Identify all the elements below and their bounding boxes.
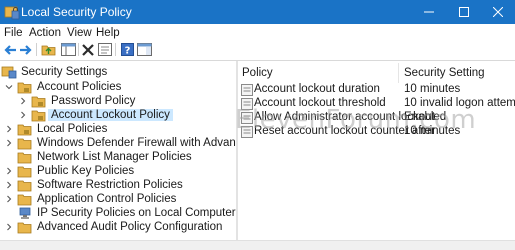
- tree-item-label: Password Policy: [51, 95, 136, 107]
- menu-file[interactable]: File: [4, 27, 23, 39]
- tree-item-application-control-policies[interactable]: Application Control Policies: [4, 192, 176, 206]
- navigation-tree: Security Settings Account Policies Passw…: [0, 61, 299, 240]
- back-arrow-icon[interactable]: [2, 42, 18, 57]
- menu-action[interactable]: Action: [29, 27, 61, 39]
- menu-bar: File Action View Help: [0, 24, 515, 41]
- tree-item-label: IP Security Policies on Local Computer: [37, 207, 236, 219]
- tree-item-advanced-audit-policy-configuration[interactable]: Advanced Audit Policy Configuration: [4, 220, 222, 234]
- toolbar-separator: [78, 43, 79, 56]
- status-bar: [0, 240, 515, 250]
- menu-view[interactable]: View: [67, 27, 92, 39]
- tree-item-label: Local Policies: [37, 123, 108, 135]
- tree-item-label: Application Control Policies: [37, 193, 177, 205]
- chevron-down-icon[interactable]: [4, 82, 14, 92]
- chevron-right-icon[interactable]: [18, 110, 28, 120]
- policy-list: Policy Security Setting Account lockout …: [238, 61, 515, 240]
- folder-icon: [17, 179, 33, 192]
- column-divider[interactable]: [398, 63, 399, 83]
- toolbar: ?: [0, 40, 515, 59]
- folder-icon: [17, 193, 33, 206]
- tree-item-label: Network List Manager Policies: [37, 151, 192, 163]
- folder-icon: [17, 151, 33, 164]
- tree-item-network-list-manager-policies[interactable]: Network List Manager Policies: [4, 150, 192, 164]
- chevron-right-icon[interactable]: [18, 96, 28, 106]
- security-settings-icon: [1, 66, 17, 79]
- svg-text:?: ?: [124, 46, 130, 57]
- policy-icon: [241, 84, 253, 96]
- column-header-security-setting[interactable]: Security Setting: [404, 67, 485, 79]
- tree-item-label: Account Lockout Policy: [48, 109, 173, 121]
- toolbar-separator: [115, 43, 116, 56]
- maximize-button[interactable]: [446, 0, 481, 24]
- tree-item-label: Advanced Audit Policy Configuration: [37, 221, 223, 233]
- folder-icon: [17, 221, 33, 234]
- tree-item-account-lockout-policy[interactable]: Account Lockout Policy: [18, 108, 173, 122]
- column-header-policy[interactable]: Policy: [242, 67, 273, 79]
- folder-icon: [17, 165, 33, 178]
- forward-arrow-icon[interactable]: [18, 42, 34, 57]
- policy-setting: 10 minutes: [404, 83, 461, 95]
- tree-item-label: Public Key Policies: [37, 165, 135, 177]
- chevron-right-icon[interactable]: [4, 222, 14, 232]
- close-button[interactable]: [480, 0, 515, 24]
- watermark: ElevenForum.com: [235, 105, 477, 135]
- folder-icon: [17, 137, 33, 150]
- properties-icon[interactable]: [97, 42, 113, 57]
- chevron-right-icon[interactable]: [4, 138, 14, 148]
- toolbar-separator: [36, 43, 37, 56]
- folder-lock-icon: [31, 95, 47, 108]
- tree-item-public-key-policies[interactable]: Public Key Policies: [4, 164, 134, 178]
- title-bar: Local Security Policy: [0, 0, 515, 24]
- chevron-right-icon[interactable]: [4, 166, 14, 176]
- folder-lock-icon: [17, 123, 33, 136]
- window-title: Local Security Policy: [21, 5, 132, 19]
- tree-root-security-settings[interactable]: Security Settings: [1, 65, 107, 79]
- tree-item-account-policies[interactable]: Account Policies: [4, 80, 121, 94]
- policy-name: Account lockout duration: [254, 83, 380, 95]
- chevron-right-icon[interactable]: [4, 124, 14, 134]
- tree-item-label: Software Restriction Policies: [37, 179, 183, 191]
- tree-item-software-restriction-policies[interactable]: Software Restriction Policies: [4, 178, 183, 192]
- tree-item-local-policies[interactable]: Local Policies: [4, 122, 107, 136]
- minimize-button[interactable]: [411, 0, 446, 24]
- folder-lock-icon: [31, 109, 47, 122]
- show-hide-tree-icon[interactable]: [60, 42, 76, 57]
- tree-item-label: Account Policies: [37, 81, 122, 93]
- chevron-right-icon[interactable]: [4, 180, 14, 190]
- folder-lock-icon: [17, 81, 33, 94]
- policy-row[interactable]: Account lockout duration 10 minutes: [238, 83, 515, 97]
- tree-item-ip-security-policies[interactable]: IP Security Policies on Local Computer: [4, 206, 236, 220]
- menu-help[interactable]: Help: [96, 27, 120, 39]
- tree-item-password-policy[interactable]: Password Policy: [18, 94, 135, 108]
- tree-item-label: Security Settings: [21, 66, 108, 78]
- up-folder-icon[interactable]: [40, 42, 56, 57]
- delete-icon[interactable]: [80, 42, 96, 57]
- ip-security-icon: [17, 207, 33, 220]
- action-pane-icon[interactable]: [136, 42, 152, 57]
- chevron-right-icon[interactable]: [4, 194, 14, 204]
- help-icon[interactable]: ?: [119, 42, 135, 57]
- security-policy-app-icon: [4, 4, 20, 20]
